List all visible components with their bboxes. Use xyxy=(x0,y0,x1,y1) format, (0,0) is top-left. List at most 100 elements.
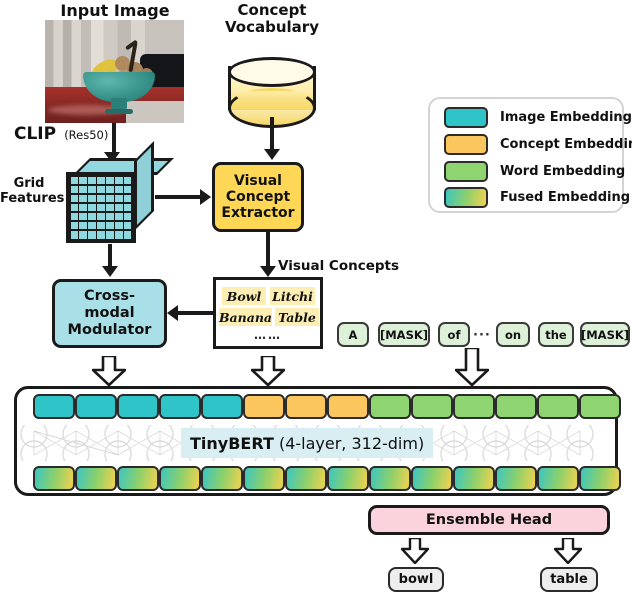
grid-features-label: Grid Features xyxy=(0,176,65,206)
ensemble-head-label: Ensemble Head xyxy=(425,511,553,528)
arrow-vocab-to-extractor-line xyxy=(270,117,274,153)
arrow-cube-to-extractor-line xyxy=(155,195,203,199)
clip-label: CLIP (Res50) xyxy=(14,124,108,144)
fused-embedding-2 xyxy=(75,466,117,491)
arrow-extractor-to-concepts-head xyxy=(260,266,276,277)
legend-row-word-embedding: Word Embedding xyxy=(444,161,625,182)
legend-row-image-embedding: Image Embedding xyxy=(444,107,632,128)
embedding-word-1 xyxy=(369,394,411,419)
legend-swatch-word-embedding xyxy=(444,161,488,182)
output-word-table: table xyxy=(540,567,598,592)
cmm-line-1: Cross- xyxy=(83,288,136,305)
concept-vocabulary-title: Concept Vocabulary xyxy=(212,2,332,36)
cmm-line-2: modal xyxy=(84,305,135,322)
fused-embedding-1 xyxy=(33,466,75,491)
legend-row-concept-embedding: Concept Embedding xyxy=(444,134,632,155)
cmm-line-3: Modulator xyxy=(67,321,152,338)
embedding-image-4 xyxy=(159,394,201,419)
fused-embedding-12 xyxy=(495,466,537,491)
embedding-word-5 xyxy=(537,394,579,419)
concept-chip-bowl: Bowl xyxy=(222,287,266,305)
concept-chip-banana: Banana xyxy=(218,308,273,326)
hollow-arrow-modulator-to-bert xyxy=(92,356,126,386)
fused-embedding-3 xyxy=(117,466,159,491)
token-a[interactable]: A xyxy=(337,322,369,347)
hollow-arrow-to-bowl xyxy=(401,538,429,564)
legend-swatch-image-embedding xyxy=(444,107,488,128)
fused-embedding-6 xyxy=(243,466,285,491)
fused-embedding-4 xyxy=(159,466,201,491)
embedding-concept-1 xyxy=(243,394,285,419)
input-image-photo xyxy=(45,20,184,123)
token-the[interactable]: the xyxy=(538,322,574,347)
embedding-word-3 xyxy=(453,394,495,419)
arrow-vocab-to-extractor-head xyxy=(264,149,280,160)
grid-features-label-line1: Grid xyxy=(13,176,45,191)
photo-bowl-base xyxy=(105,109,133,114)
legend-swatch-concept-embedding xyxy=(444,134,488,155)
concept-ellipsis: …… xyxy=(254,328,282,342)
token-mask-1[interactable]: [MASK] xyxy=(378,322,430,347)
concept-vocabulary-title-line1: Concept xyxy=(237,1,307,19)
legend-panel: Image Embedding Concept Embedding Word E… xyxy=(428,97,632,213)
arrow-cube-to-modulator-head xyxy=(102,266,118,277)
cube-side-face xyxy=(134,141,154,231)
fused-embedding-10 xyxy=(411,466,453,491)
arrow-concepts-to-modulator-head xyxy=(167,305,178,321)
legend-swatch-fused-embedding xyxy=(444,187,488,208)
fused-embedding-13 xyxy=(537,466,579,491)
vce-line-1: Visual xyxy=(234,172,282,189)
embedding-image-1 xyxy=(33,394,75,419)
token-on[interactable]: on xyxy=(496,322,530,347)
input-image-title: Input Image xyxy=(60,1,170,20)
ensemble-head-box[interactable]: Ensemble Head xyxy=(368,505,610,535)
vce-line-3: Extractor xyxy=(221,205,295,222)
hollow-arrow-tokens-to-bert xyxy=(455,348,489,386)
embedding-image-5 xyxy=(201,394,243,419)
embedding-image-3 xyxy=(117,394,159,419)
tinybert-name: TinyBERT xyxy=(190,433,274,453)
embedding-concept-2 xyxy=(285,394,327,419)
concept-vocabulary-title-line2: Vocabulary xyxy=(225,17,319,36)
clip-label-text: CLIP xyxy=(14,124,57,144)
visual-concepts-box: Bowl Litchi Banana Table …… xyxy=(213,277,323,349)
fused-embedding-5 xyxy=(201,466,243,491)
fused-embedding-7 xyxy=(285,466,327,491)
concept-chip-table: Table xyxy=(275,308,319,326)
fused-embedding-11 xyxy=(453,466,495,491)
cross-modal-modulator-box[interactable]: Cross- modal Modulator xyxy=(52,279,167,348)
visual-concepts-caption: Visual Concepts xyxy=(278,258,400,274)
embedding-word-2 xyxy=(411,394,453,419)
token-ellipsis: ··· xyxy=(473,328,491,343)
concept-vocabulary-cylinder xyxy=(228,57,316,128)
fused-embedding-9 xyxy=(369,466,411,491)
photo-floor xyxy=(126,101,184,123)
embedding-concept-3 xyxy=(327,394,369,419)
embedding-image-2 xyxy=(75,394,117,419)
arrow-concepts-to-modulator-line xyxy=(178,311,214,315)
grid-features-cube xyxy=(60,141,174,246)
fused-embedding-8 xyxy=(327,466,369,491)
concept-chip-litchi: Litchi xyxy=(270,287,315,305)
hollow-arrow-to-table xyxy=(554,538,582,564)
clip-variant-text: (Res50) xyxy=(64,128,109,142)
cylinder-top xyxy=(228,57,316,87)
embedding-word-4 xyxy=(495,394,537,419)
output-word-bowl: bowl xyxy=(388,567,444,592)
embedding-word-6 xyxy=(579,394,621,419)
legend-label-word-embedding: Word Embedding xyxy=(500,164,626,179)
legend-label-image-embedding: Image Embedding xyxy=(500,110,632,125)
legend-label-concept-embedding: Concept Embedding xyxy=(500,137,632,152)
token-of[interactable]: of xyxy=(438,322,470,347)
arrow-cube-to-extractor-head xyxy=(200,189,211,205)
visual-concept-extractor-box[interactable]: Visual Concept Extractor xyxy=(212,162,304,232)
hollow-arrow-concepts-to-bert xyxy=(251,356,285,386)
tinybert-label: TinyBERT (4-layer, 312-dim) xyxy=(181,428,434,458)
fused-embedding-14 xyxy=(579,466,621,491)
legend-label-fused-embedding: Fused Embedding xyxy=(500,190,631,205)
vce-line-2: Concept xyxy=(225,188,291,205)
legend-row-fused-embedding: Fused Embedding xyxy=(444,187,630,208)
grid-features-label-line2: Features xyxy=(0,190,65,206)
tinybert-spec: (4-layer, 312-dim) xyxy=(278,433,425,453)
token-mask-2[interactable]: [MASK] xyxy=(580,322,630,347)
